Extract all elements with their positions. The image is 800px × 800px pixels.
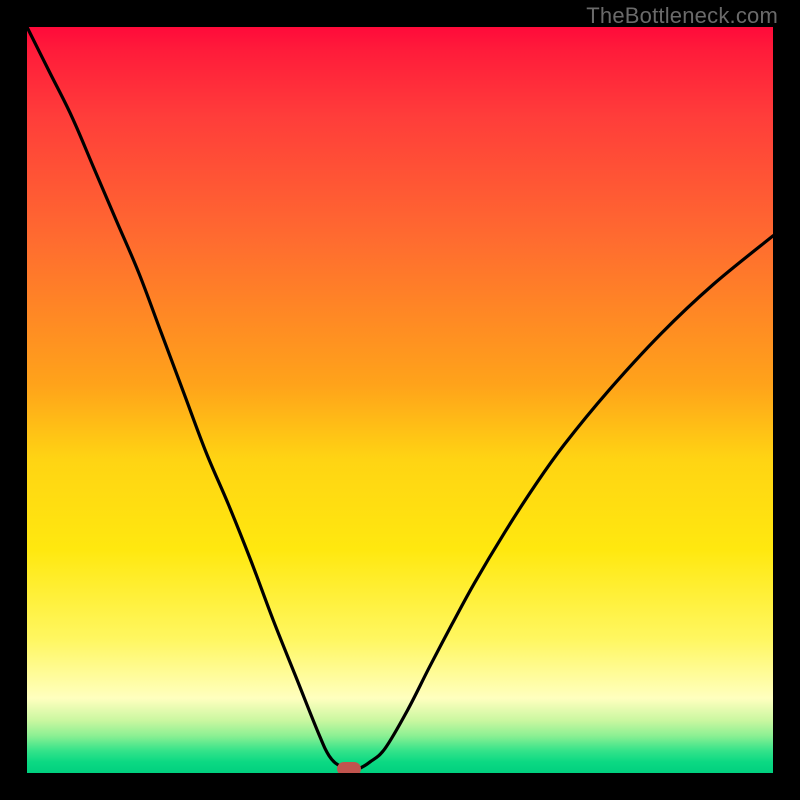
bottleneck-curve [27, 27, 773, 770]
bottleneck-marker [337, 762, 361, 773]
curve-svg [27, 27, 773, 773]
watermark-text: TheBottleneck.com [586, 3, 778, 29]
chart-stage: TheBottleneck.com [0, 0, 800, 800]
plot-area [27, 27, 773, 773]
